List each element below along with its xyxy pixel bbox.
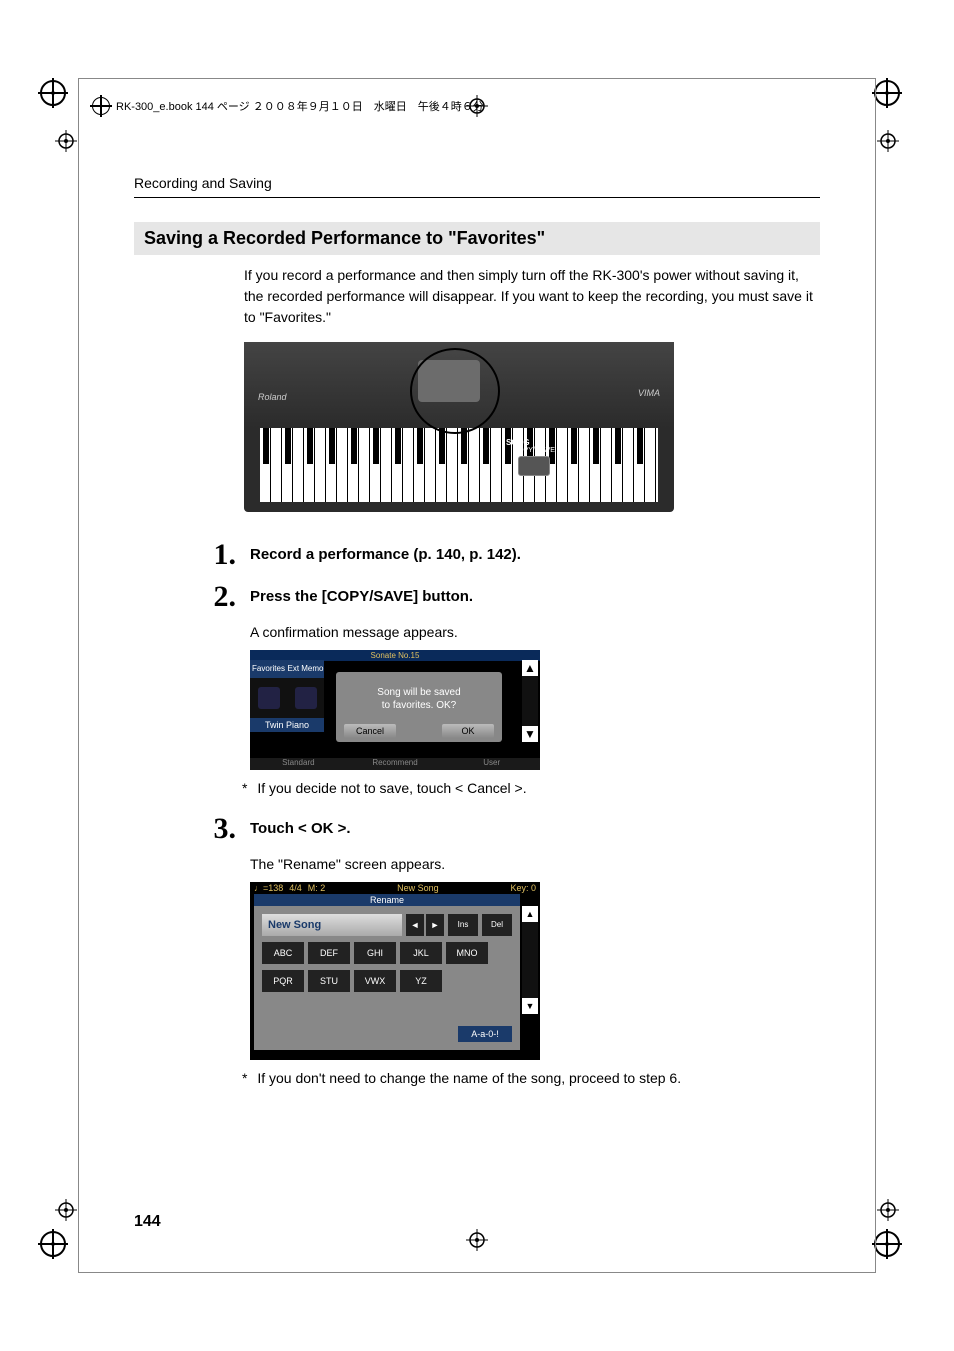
ss2-measure: M: 2	[308, 882, 326, 894]
step-2-number: 2.	[204, 582, 236, 612]
ss2-key-ghi[interactable]: GHI	[354, 942, 396, 964]
ss2-rename-title: Rename	[254, 894, 520, 906]
note-skip-text: If you don't need to change the name of …	[257, 1070, 681, 1086]
callout-copy-save-label: COPY/ SAVE	[506, 447, 562, 454]
step-1: 1. Record a performance (p. 140, p. 142)…	[134, 540, 820, 570]
ss2-cursor-right[interactable]: ►	[426, 914, 444, 936]
note-cancel: * If you decide not to save, touch < Can…	[242, 780, 820, 796]
header-reg-icon	[92, 97, 110, 115]
ss1-tab-extmemo: Ext Memo	[287, 660, 324, 678]
ss1-scrollbar[interactable]	[522, 676, 538, 726]
ss1-bottom-standard: Standard	[250, 758, 347, 770]
section-title: Saving a Recorded Performance to "Favori…	[134, 222, 820, 255]
crop-mark-tr	[874, 80, 914, 120]
step-1-number: 1.	[204, 540, 236, 570]
ss1-bottom-recommend: Recommend	[347, 758, 444, 770]
ss1-cancel-button[interactable]: Cancel	[344, 724, 396, 738]
step-1-text: Record a performance (p. 140, p. 142).	[250, 540, 820, 570]
step-3: 3. Touch < OK >.	[134, 814, 820, 844]
step-3-text: Touch < OK >.	[250, 814, 820, 844]
ss1-bottom-user: User	[443, 758, 540, 770]
ss1-favorites-icon	[258, 687, 280, 709]
crop-mark-br	[874, 1231, 914, 1271]
registration-mark-bl	[55, 1199, 77, 1221]
ss2-name-input[interactable]: New Song	[262, 914, 402, 936]
ss2-key-abc[interactable]: ABC	[262, 942, 304, 964]
registration-mark-br	[877, 1199, 899, 1221]
ss1-ok-button[interactable]: OK	[442, 724, 494, 738]
callout-song-label: SONG	[506, 438, 562, 447]
ss1-dialog: Song will be saved to favorites. OK? Can…	[336, 672, 502, 742]
ss1-msg-line2: to favorites. OK?	[344, 699, 494, 712]
step-2: 2. Press the [COPY/SAVE] button.	[134, 582, 820, 612]
ss1-twin-piano: Twin Piano	[250, 718, 324, 732]
ss1-tab-favorites: Favorites	[250, 660, 287, 678]
keyboard-keys	[260, 428, 658, 502]
ss2-scroll-down[interactable]: ▼	[522, 998, 538, 1014]
ss2-key-mno[interactable]: MNO	[446, 942, 488, 964]
registration-mark-tr	[877, 130, 899, 152]
intro-text: If you record a performance and then sim…	[244, 265, 820, 328]
note-cancel-text: If you decide not to save, touch < Cance…	[257, 780, 526, 796]
ss2-key-vwx[interactable]: VWX	[354, 970, 396, 992]
registration-mark-tl	[55, 130, 77, 152]
note-star-2: *	[242, 1070, 247, 1086]
note-star-1: *	[242, 780, 247, 796]
step-3-number: 3.	[204, 814, 236, 844]
crop-mark-tl	[40, 80, 80, 120]
ss2-key-jkl[interactable]: JKL	[400, 942, 442, 964]
ss2-ins-button[interactable]: Ins	[448, 914, 478, 936]
ss2-songname: New Song	[325, 882, 510, 894]
step-3-subtext: The "Rename" screen appears.	[250, 856, 820, 872]
page-number: 144	[134, 1213, 161, 1231]
divider	[134, 197, 820, 198]
ss2-key: Key: 0	[510, 882, 536, 894]
step-2-subtext: A confirmation message appears.	[250, 624, 820, 640]
ss2-mode-button[interactable]: A-a-0-!	[458, 1026, 512, 1042]
ss1-extmemo-icon	[295, 687, 317, 709]
callout-copy-save: SONG COPY/ SAVE	[506, 438, 562, 478]
crop-mark-bl	[40, 1231, 80, 1271]
ss2-timesig: 4/4	[289, 882, 302, 894]
ss1-scroll-down[interactable]: ▼	[522, 726, 538, 742]
ss2-cursor-left[interactable]: ◄	[406, 914, 424, 936]
ss1-msg-line1: Song will be saved	[344, 686, 494, 699]
ss2-key-pqr[interactable]: PQR	[262, 970, 304, 992]
ss2-scroll-up[interactable]: ▲	[522, 906, 538, 922]
note-skip: * If you don't need to change the name o…	[242, 1070, 820, 1086]
breadcrumb: Recording and Saving	[134, 175, 820, 191]
keyboard-brand-right: VIMA	[638, 388, 660, 398]
confirmation-screenshot: Sonate No.15 Favorites Ext Memo Twin Pia…	[250, 650, 540, 770]
callout-oval	[410, 348, 500, 434]
callout-button-icon	[518, 456, 550, 476]
rename-screenshot: ♩=138 4/4 M: 2 New Song Key: 0 Rename ▲ …	[250, 882, 540, 1060]
ss1-scroll-up[interactable]: ▲	[522, 660, 538, 676]
ss2-del-button[interactable]: Del	[482, 914, 512, 936]
ss2-key-stu[interactable]: STU	[308, 970, 350, 992]
ss2-key-def[interactable]: DEF	[308, 942, 350, 964]
keyboard-brand-left: Roland	[258, 392, 287, 402]
keyboard-image: Roland VIMA SONG COPY/ SAVE	[244, 342, 820, 512]
ss2-scrollbar[interactable]	[522, 922, 538, 998]
step-2-text: Press the [COPY/SAVE] button.	[250, 582, 820, 612]
ss2-key-yz[interactable]: YZ	[400, 970, 442, 992]
ss2-tempo: ♩=138	[254, 882, 283, 894]
header-meta-text: RK-300_e.book 144 ページ ２００８年９月１０日 水曜日 午後４…	[116, 98, 484, 114]
print-header: RK-300_e.book 144 ページ ２００８年９月１０日 水曜日 午後４…	[92, 97, 484, 115]
